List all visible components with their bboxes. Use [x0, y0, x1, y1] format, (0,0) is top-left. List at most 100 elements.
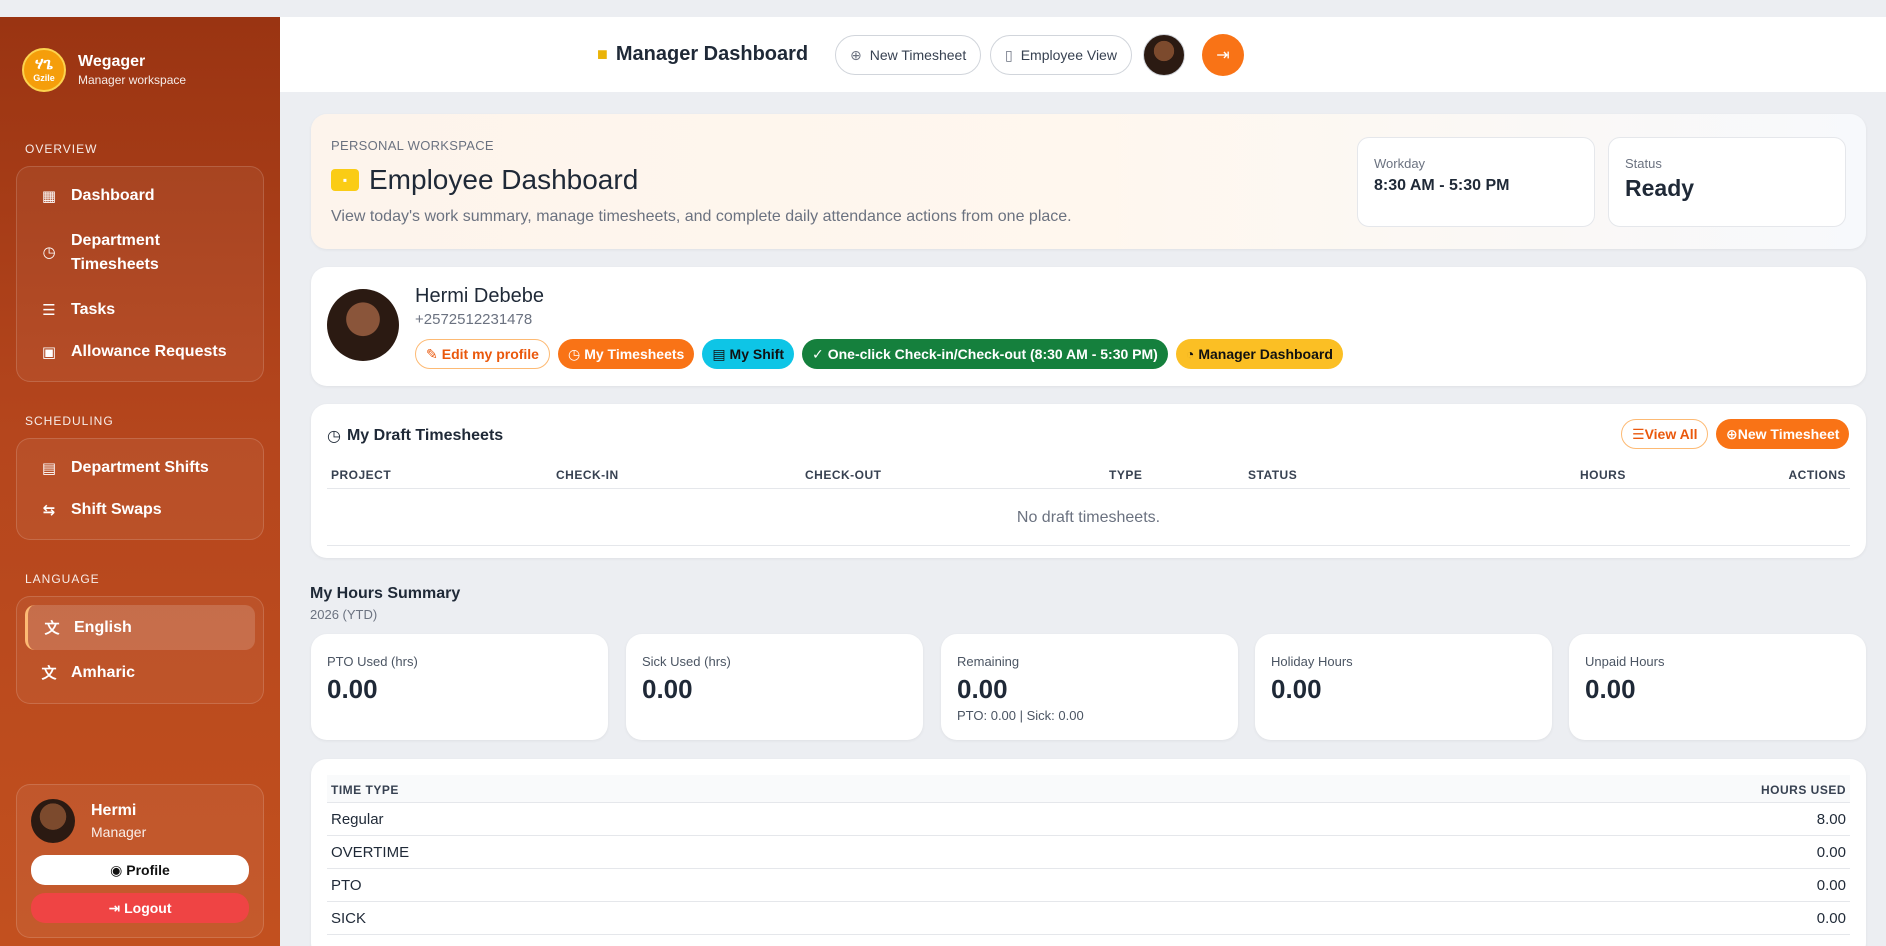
profile-label: Profile [126, 861, 170, 878]
profile-button[interactable]: ◉ Profile [31, 855, 249, 885]
sidebar-item-allowance-requests[interactable]: ▣ Allowance Requests [25, 331, 255, 373]
sidebar-item-label: Amharic [71, 663, 136, 681]
summary-label: Sick Used (hrs) [642, 654, 731, 669]
summary-label: Holiday Hours [1271, 654, 1353, 669]
table-row: SICK 0.00 [327, 902, 1850, 935]
status-card: Status Ready [1608, 137, 1846, 227]
profile-phone: +2572512231478 [415, 311, 533, 328]
label-line-1: Department [71, 232, 160, 249]
my-shift-label: My Shift [729, 346, 784, 362]
sidebar-item-amharic[interactable]: 文 Amharic [25, 650, 255, 695]
plus-circle-icon: ⊕ [850, 46, 862, 63]
sidebar-item-department-timesheets[interactable]: ◷ Department Timesheets [25, 217, 255, 289]
summary-card-remaining: Remaining 0.00 PTO: 0.00 | Sick: 0.00 [941, 634, 1238, 740]
summary-value: 0.00 [1585, 674, 1636, 704]
column-header: TIME TYPE [331, 783, 399, 797]
summary-label: Unpaid Hours [1585, 654, 1665, 669]
hours-cell: 8.00 [1816, 811, 1846, 828]
view-all-label: View All [1644, 426, 1698, 442]
new-timesheet-label: New Timesheet [869, 47, 967, 63]
new-timesheet-label: New Timesheet [1737, 426, 1840, 442]
sidebar-item-label: Allowance Requests [71, 343, 227, 360]
my-timesheets-button[interactable]: ◷ My Timesheets [557, 339, 695, 369]
time-type-header: TIME TYPE HOURS USED [327, 775, 1850, 803]
sidebar-item-dashboard[interactable]: ▦ Dashboard [25, 175, 255, 217]
id-badge-icon: ▯ [1005, 46, 1013, 63]
draft-new-timesheet-button[interactable]: ⊕ New Timesheet [1716, 419, 1850, 449]
column-header: STATUS [1248, 468, 1298, 482]
user-edit-icon: ✎ [426, 345, 438, 362]
logout-button[interactable]: ⇥ Logout [31, 893, 249, 923]
list-icon: ☰ [42, 302, 56, 319]
hours-summary-title: My Hours Summary [310, 585, 461, 602]
translate-icon: 文 [44, 620, 60, 637]
sidebar-item-label: Department Shifts [71, 459, 209, 476]
time-type-cell: Regular [331, 811, 384, 828]
avatar [327, 289, 399, 361]
topbar-logout-button[interactable]: ⇥ [1202, 34, 1244, 76]
summary-card-pto: PTO Used (hrs) 0.00 [311, 634, 608, 740]
clock-icon: ◷ [567, 345, 581, 362]
my-shift-button[interactable]: ▤ My Shift [702, 339, 794, 369]
new-timesheet-button[interactable]: ⊕ New Timesheet [835, 35, 982, 75]
workday-card: Workday 8:30 AM - 5:30 PM [1357, 137, 1595, 227]
draft-timesheets-card: ◷ My Draft Timesheets ☰ View All ⊕ New T… [311, 404, 1866, 558]
plus-circle-icon: ⊕ [1726, 425, 1738, 442]
sidebar-item-label: Tasks [71, 301, 116, 318]
sidebar-item-label: English [74, 618, 132, 636]
sidebar-item-label: Shift Swaps [71, 501, 162, 518]
id-card-icon: ▪ [331, 169, 359, 191]
employee-dashboard-hero: PERSONAL WORKSPACE ▪ Employee Dashboard … [311, 114, 1866, 249]
view-all-button[interactable]: ☰ View All [1621, 419, 1709, 449]
manager-dashboard-button[interactable]: ◔ Manager Dashboard [1175, 339, 1343, 369]
workday-label: Workday [1374, 156, 1426, 171]
user-name: Hermi [91, 802, 137, 819]
logo-text: Gzile [33, 73, 55, 83]
summary-label: Remaining [957, 654, 1020, 669]
profile-name: Hermi Debebe [415, 285, 544, 307]
check-in-out-button[interactable]: ✓ One-click Check-in/Check-out (8:30 AM -… [802, 339, 1168, 369]
draft-title-text: My Draft Timesheets [346, 427, 504, 444]
status-label: Status [1625, 156, 1662, 171]
employee-view-button[interactable]: ▯ Employee View [990, 35, 1132, 75]
sidebar: ሃጌ Gzile Wegager Manager workspace OVERV… [0, 17, 280, 946]
column-header: CHECK-OUT [805, 468, 882, 482]
user-role: Manager [91, 824, 147, 840]
hours-cell: 0.00 [1816, 844, 1846, 861]
sidebar-item-tasks[interactable]: ☰ Tasks [25, 289, 255, 331]
manager-dashboard-label: Manager Dashboard [1198, 346, 1333, 362]
summary-value: 0.00 [327, 674, 378, 704]
summary-value: 0.00 [1271, 674, 1322, 704]
list-icon: ☰ [1632, 425, 1645, 442]
summary-card-holiday: Holiday Hours 0.00 [1255, 634, 1552, 740]
brand-logo: ሃጌ Gzile [22, 48, 66, 92]
hero-title-text: Employee Dashboard [369, 164, 639, 195]
sidebar-item-english[interactable]: 文 English [25, 605, 255, 650]
nav-group-overview: ▦ Dashboard ◷ Department Timesheets ☰ Ta… [16, 166, 264, 382]
draft-timesheets-title: ◷ My Draft Timesheets [327, 426, 503, 446]
edit-profile-button[interactable]: ✎ Edit my profile [415, 339, 550, 369]
time-type-cell: SICK [331, 910, 367, 927]
brand[interactable]: ሃጌ Gzile Wegager Manager workspace [0, 17, 280, 97]
hours-summary-subtitle: 2026 (YTD) [310, 607, 378, 622]
topbar: ■ Manager Dashboard ⊕ New Timesheet ▯ Em… [280, 17, 1886, 92]
column-header: HOURS USED [1760, 783, 1846, 797]
table-row: Regular 8.00 [327, 803, 1850, 836]
my-timesheets-label: My Timesheets [584, 346, 685, 362]
avatar[interactable] [1143, 34, 1185, 76]
calendar-icon: ▤ [712, 345, 726, 362]
summary-card-sick: Sick Used (hrs) 0.00 [626, 634, 923, 740]
table-row: PTO 0.00 [327, 869, 1850, 902]
sidebar-item-department-shifts[interactable]: ▤ Department Shifts [25, 447, 255, 489]
column-header: ACTIONS [1788, 468, 1846, 482]
briefcase-icon: ■ [597, 44, 608, 64]
section-label-scheduling: SCHEDULING [25, 414, 114, 428]
summary-subtext: PTO: 0.00 | Sick: 0.00 [957, 708, 1084, 723]
hero-kicker: PERSONAL WORKSPACE [331, 138, 494, 153]
sidebar-item-shift-swaps[interactable]: ⇆ Shift Swaps [25, 489, 255, 531]
brand-subtitle: Manager workspace [78, 73, 187, 87]
section-label-overview: OVERVIEW [25, 142, 98, 156]
section-label-language: LANGUAGE [25, 572, 100, 586]
calendar-icon: ▤ [41, 460, 57, 477]
hours-cell: 0.00 [1816, 910, 1846, 927]
